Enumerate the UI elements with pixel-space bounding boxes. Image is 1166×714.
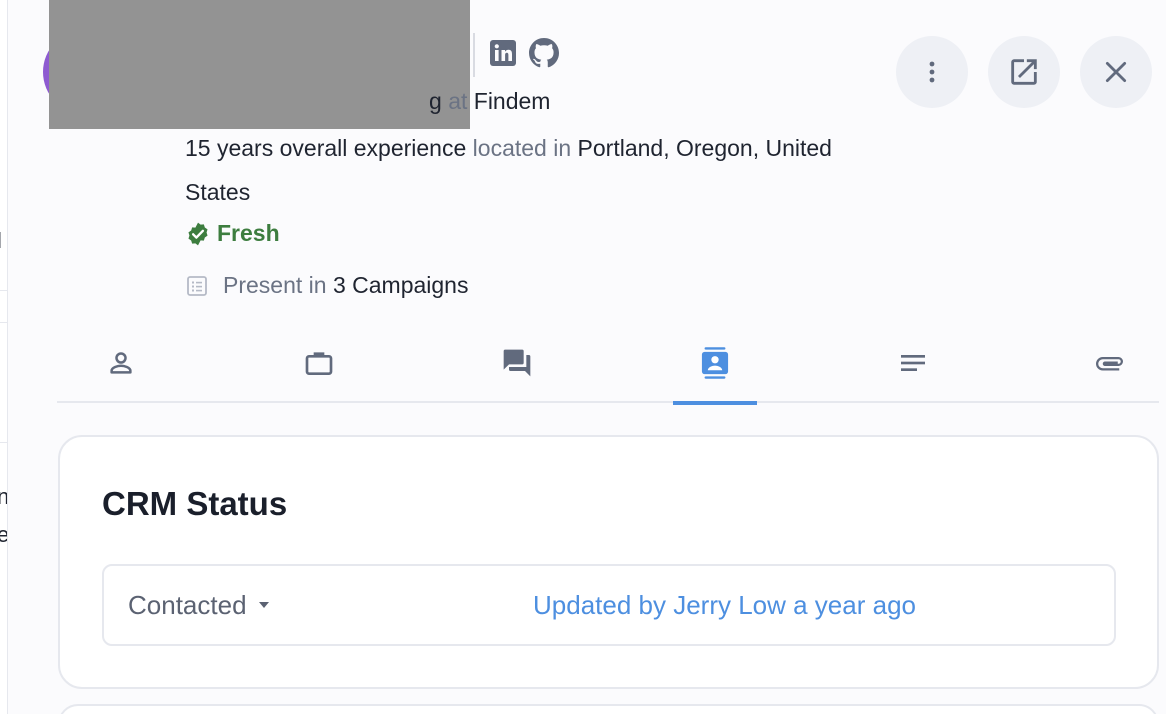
freshness-badge: Fresh	[185, 220, 280, 247]
linkedin-link[interactable]	[488, 38, 518, 68]
crm-status-dropdown[interactable]: Contacted	[128, 566, 271, 644]
tab-contact[interactable]	[673, 322, 757, 405]
person-icon	[110, 351, 132, 374]
crm-status-row: Contacted Updated by Jerry Low a year ag…	[102, 564, 1116, 646]
campaigns-prefix: Present in	[223, 272, 327, 298]
located-word: located in	[472, 135, 572, 161]
crm-status-value: Contacted	[128, 589, 247, 620]
candidate-profile-panel: g at Findem 15 years overall experience …	[9, 0, 1166, 714]
background-text-fragment: n	[0, 486, 7, 508]
background-text-fragment: l	[0, 230, 2, 252]
job-title-fragment: g	[429, 88, 442, 114]
crm-status-title: CRM Status	[102, 485, 288, 522]
campaigns-link[interactable]: 3 Campaigns	[333, 272, 469, 298]
notes-icon	[901, 354, 925, 371]
crm-updated-info: Updated by Jerry Low a year ago	[533, 589, 916, 620]
more-vertical-icon	[929, 61, 935, 83]
tab-messages[interactable]	[475, 322, 559, 403]
tab-attachments[interactable]	[1069, 322, 1153, 403]
chat-icon	[503, 349, 531, 376]
crm-status-card: CRM Status Contacted Updated by Jerry Lo…	[58, 435, 1159, 689]
campaigns-info: Present in 3 Campaigns	[185, 272, 468, 299]
linkedin-icon	[490, 40, 516, 66]
tab-profile[interactable]	[79, 322, 163, 403]
close-icon	[1105, 61, 1127, 83]
open-external-icon	[1011, 59, 1037, 85]
job-title-line: g at Findem	[429, 88, 550, 115]
list-icon	[187, 275, 207, 296]
contact-card-icon	[701, 346, 729, 379]
company-name: Findem	[473, 88, 551, 114]
open-in-new-tab-button[interactable]	[988, 36, 1060, 108]
paperclip-icon	[1096, 356, 1123, 370]
tab-notes[interactable]	[871, 322, 955, 403]
more-options-button[interactable]	[896, 36, 968, 108]
github-link[interactable]	[529, 38, 559, 68]
close-button[interactable]	[1080, 36, 1152, 108]
verified-check-icon	[188, 222, 208, 245]
at-word: at	[448, 88, 468, 114]
github-icon	[529, 38, 559, 68]
experience-text: 15 years overall experience	[185, 135, 467, 161]
experience-location: 15 years overall experience located in P…	[185, 126, 875, 214]
tab-experience[interactable]	[277, 322, 361, 403]
background-text-fragment: e	[0, 524, 7, 546]
redacted-region	[49, 0, 470, 129]
briefcase-icon	[305, 351, 333, 375]
next-section-card	[58, 704, 1159, 714]
freshness-label: Fresh	[217, 220, 280, 246]
caret-down-icon	[258, 602, 269, 608]
divider	[473, 33, 475, 77]
profile-tabs	[57, 322, 1159, 405]
background-page-strip: l n e	[0, 0, 8, 714]
